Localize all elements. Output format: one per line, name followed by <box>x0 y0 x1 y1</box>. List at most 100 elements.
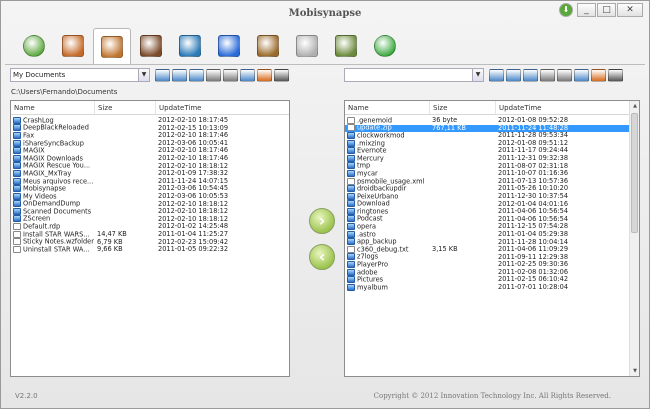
back-icon[interactable] <box>206 68 221 82</box>
cell-updatetime: 2012-01-04 04:01:16 <box>498 200 569 208</box>
file-name: opera <box>357 223 377 231</box>
window-controls: ⬇ _ □ ✕ <box>558 3 643 17</box>
tab-video[interactable] <box>171 28 209 64</box>
delete-icon[interactable] <box>274 68 289 82</box>
cell-updatetime: 2012-02-10 18:17:46 <box>158 132 229 140</box>
table-row[interactable]: myalbum 2011-07-01 10:28:04 <box>345 283 639 292</box>
cell-updatetime: 2012-03-06 10:05:41 <box>158 139 229 147</box>
right-scrollbar[interactable]: ▲ ▼ <box>629 101 639 376</box>
tab-notes[interactable] <box>327 28 365 64</box>
tab-contacts[interactable] <box>249 28 287 64</box>
folder-icon <box>347 192 355 200</box>
chevron-down-icon[interactable]: ▼ <box>138 69 149 81</box>
column-name[interactable]: Name <box>345 101 430 114</box>
copy-to-device-button[interactable]: › <box>309 208 335 234</box>
cell-updatetime: 2011-09-11 12:29:38 <box>498 253 569 261</box>
forward-icon[interactable] <box>557 68 572 82</box>
file-name: .astro <box>357 230 376 239</box>
scroll-down-icon[interactable]: ▼ <box>630 366 639 376</box>
rename-icon[interactable] <box>257 68 272 82</box>
folder-icon <box>13 200 21 208</box>
tab-messages[interactable] <box>288 28 326 64</box>
new-folder-icon[interactable] <box>240 68 255 82</box>
update-icon[interactable]: ⬇ <box>559 3 573 17</box>
home-icon <box>23 35 45 57</box>
left-location-value: My Documents <box>13 71 66 79</box>
new-folder-icon[interactable] <box>574 68 589 82</box>
file-name: app_backup <box>357 238 397 246</box>
refresh-icon[interactable] <box>506 68 521 82</box>
maximize-button[interactable]: □ <box>597 3 616 17</box>
cell-name: myalbum <box>345 283 430 292</box>
file-name: adobe <box>357 268 378 277</box>
drive-icon[interactable] <box>489 68 504 82</box>
file-name: MAGIX Rescue You... <box>23 162 91 170</box>
cell-updatetime: 2011-12-31 09:32:38 <box>498 154 569 162</box>
cell-updatetime: 2011-12-30 10:37:54 <box>498 192 569 200</box>
cell-updatetime: 2012-02-10 18:17:46 <box>158 147 229 155</box>
tab-sync[interactable] <box>366 28 404 64</box>
folder-icon <box>13 162 21 170</box>
up-folder-icon[interactable] <box>523 68 538 82</box>
back-icon[interactable] <box>540 68 555 82</box>
file-name: DeepBlackReloaded <box>23 124 89 132</box>
right-file-list[interactable]: Name Size UpdateTime .genemoid 36 byte 201… <box>344 100 640 377</box>
scroll-up-icon[interactable]: ▲ <box>630 101 639 111</box>
column-size[interactable]: Size <box>95 101 156 114</box>
folder-icon <box>347 207 355 215</box>
copy-to-pc-button[interactable]: ‹ <box>309 244 335 270</box>
file-name: psmobile_usage.xml <box>357 177 425 185</box>
column-name[interactable]: Name <box>11 101 95 114</box>
file-name: OnDemandDump <box>23 200 81 208</box>
cell-updatetime: 2012-02-10 18:17:45 <box>158 117 229 124</box>
column-size[interactable]: Size <box>430 101 496 114</box>
tab-file-manager[interactable] <box>93 28 131 65</box>
forward-icon[interactable] <box>223 68 238 82</box>
delete-icon[interactable] <box>608 68 623 82</box>
file-name: c360_debug.txt <box>357 245 409 254</box>
column-updatetime[interactable]: UpdateTime <box>156 101 289 114</box>
up-folder-icon[interactable] <box>189 68 204 82</box>
refresh-icon[interactable] <box>172 68 187 82</box>
tab-music[interactable] <box>210 28 248 64</box>
file-name: MAGIX <box>23 147 45 155</box>
folder-icon <box>13 124 21 132</box>
cell-updatetime: 2012-02-15 10:13:09 <box>158 124 229 132</box>
video-icon <box>179 35 201 57</box>
cell-updatetime: 2011-04-06 10:56:54 <box>498 208 569 216</box>
file-name: My Videos <box>23 192 57 201</box>
cell-updatetime: 2011-01-04 11:25:27 <box>158 230 229 238</box>
photo-icon <box>140 35 162 57</box>
cell-updatetime: 2012-02-10 18:18:12 <box>158 215 229 223</box>
chevron-down-icon[interactable]: ▼ <box>472 69 483 81</box>
rename-icon[interactable] <box>591 68 606 82</box>
file-name: PeixeUrbano <box>357 192 399 201</box>
drive-icon[interactable] <box>155 68 170 82</box>
cell-updatetime: 2012-03-06 10:54:45 <box>158 185 229 193</box>
right-location-select[interactable]: ▼ <box>344 68 484 82</box>
cell-updatetime: 2011-04-06 10:56:54 <box>498 215 569 223</box>
file-name: CrashLog <box>23 116 54 125</box>
file-icon <box>347 177 355 185</box>
left-location-select[interactable]: My Documents ▼ <box>10 68 150 82</box>
version-label: V2.2.0 <box>15 392 38 400</box>
cell-updatetime: 2012-02-10 18:18:12 <box>158 200 229 208</box>
status-bar: V2.2.0 Copyright © 2012 Innovation Techn… <box>1 387 649 407</box>
file-name: ringtones <box>357 207 389 216</box>
cell-updatetime: 2011-01-05 09:22:32 <box>158 246 229 254</box>
right-toolbar: ▼ <box>344 67 623 83</box>
left-file-list[interactable]: Name Size UpdateTime CrashLog 2012-02-10 … <box>10 100 290 377</box>
minimize-button[interactable]: _ <box>577 3 596 17</box>
file-name: z7logs <box>357 253 379 261</box>
file-name: iShareSyncBackup <box>23 139 84 148</box>
tab-home[interactable] <box>15 28 53 64</box>
file-name: myalbum <box>357 283 388 292</box>
close-button[interactable]: ✕ <box>617 3 643 17</box>
column-updatetime[interactable]: UpdateTime <box>496 101 629 114</box>
tab-photo[interactable] <box>132 28 170 64</box>
tab-device[interactable] <box>54 28 92 64</box>
scroll-thumb[interactable] <box>631 113 638 233</box>
file-name: Mercury <box>357 154 384 163</box>
file-name: Mobisynapse <box>23 185 66 193</box>
table-row[interactable]: Uninstall STAR WA... 9,66 KB 2011-01-05 09… <box>11 245 289 254</box>
